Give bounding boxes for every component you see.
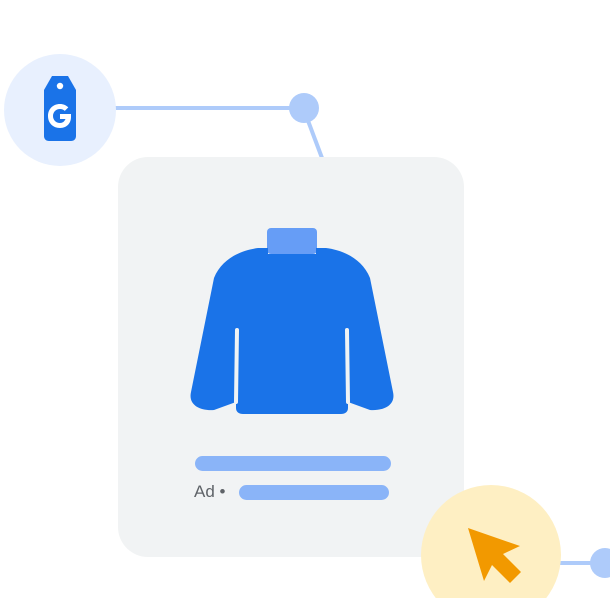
ad-illustration	[4, 54, 610, 598]
cursor-arrow-icon	[421, 485, 610, 598]
connector-node-top	[289, 93, 319, 123]
ad-url-line	[239, 485, 389, 500]
connector-node-right	[590, 548, 610, 578]
google-shopping-tag-icon	[4, 54, 116, 166]
ad-title-line	[195, 456, 391, 471]
connector-top	[110, 93, 324, 159]
ad-label: Ad •	[194, 482, 226, 501]
